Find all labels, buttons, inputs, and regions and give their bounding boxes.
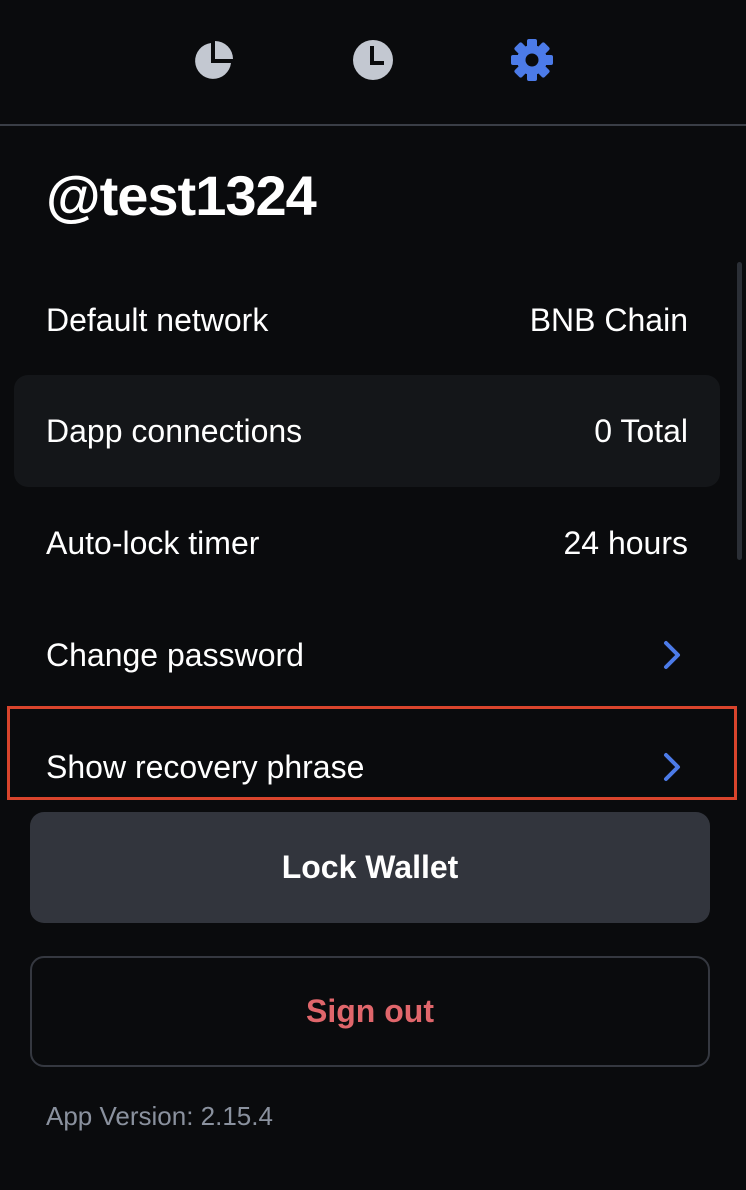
- setting-auto-lock-timer[interactable]: Auto-lock timer 24 hours: [14, 487, 720, 599]
- setting-label: Dapp connections: [46, 413, 303, 449]
- lock-wallet-button[interactable]: Lock Wallet: [30, 812, 710, 923]
- tab-settings[interactable]: [510, 38, 554, 82]
- gear-icon: [511, 39, 553, 81]
- setting-show-recovery-phrase[interactable]: Show recovery phrase: [14, 711, 720, 802]
- chevron-right-icon: [664, 753, 680, 781]
- app-version: App Version: 2.15.4: [46, 1101, 273, 1131]
- tab-portfolio[interactable]: [192, 38, 236, 82]
- setting-value: BNB Chain: [529, 302, 688, 338]
- setting-value: 24 hours: [563, 525, 688, 561]
- settings-list: Default network BNB Chain Dapp connectio…: [0, 262, 746, 802]
- chevron-right-icon: [664, 641, 680, 669]
- setting-label: Default network: [46, 302, 269, 338]
- setting-default-network[interactable]: Default network BNB Chain: [14, 264, 720, 376]
- setting-label: Show recovery phrase: [46, 749, 365, 785]
- setting-label: Change password: [46, 637, 304, 673]
- clock-icon: [353, 40, 393, 80]
- setting-dapp-connections[interactable]: Dapp connections 0 Total: [14, 375, 720, 487]
- setting-label: Auto-lock timer: [46, 525, 260, 561]
- profile-username: @test1324: [46, 164, 317, 227]
- tab-activity[interactable]: [351, 38, 395, 82]
- setting-change-password[interactable]: Change password: [14, 599, 720, 711]
- sign-out-button[interactable]: Sign out: [30, 956, 710, 1067]
- setting-value: 0 Total: [594, 413, 688, 449]
- top-navigation: [0, 0, 746, 126]
- settings-scrollbar[interactable]: [737, 262, 742, 560]
- pie-chart-icon: [195, 41, 233, 79]
